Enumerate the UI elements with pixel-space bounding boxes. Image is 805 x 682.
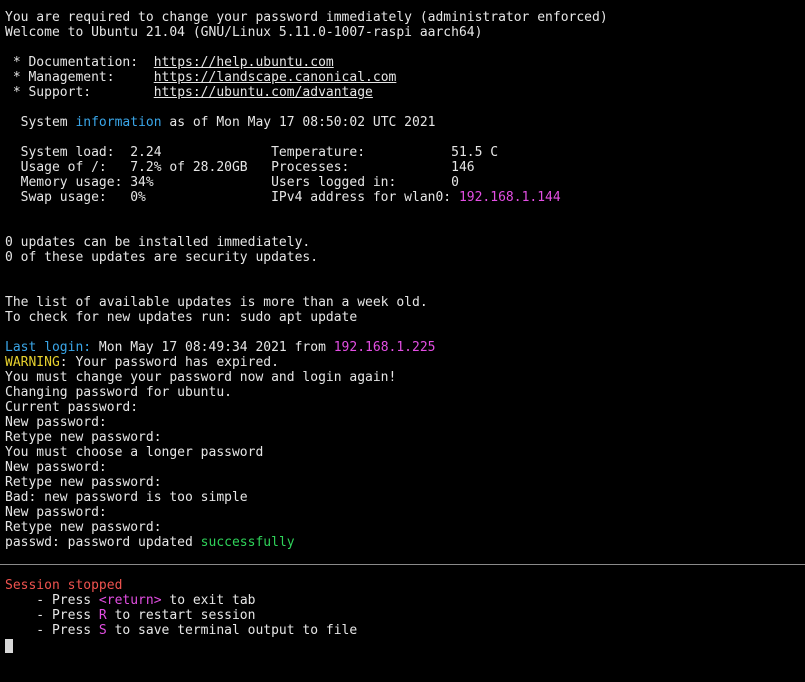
- force-change-notice: You are required to change your password…: [5, 10, 608, 25]
- management-label: * Management:: [5, 70, 154, 85]
- exit-tab-text: to exit tab: [161, 593, 256, 608]
- too-simple-error: Bad: new password is too simple: [5, 490, 248, 505]
- restart-session-hint: - Press R to restart session: [5, 608, 805, 623]
- last-login-line: Last login: Mon May 17 08:49:34 2021 fro…: [5, 340, 805, 355]
- security-updates-line: 0 of these updates are security updates.: [5, 250, 319, 265]
- hint-prefix: - Press: [5, 623, 99, 638]
- last-login-text: Mon May 17 08:49:34 2021 from: [91, 340, 334, 355]
- retype-password-prompt: Retype new password:: [5, 475, 162, 490]
- terminal-window[interactable]: You are required to change your password…: [0, 0, 805, 682]
- longer-password-error: You must choose a longer password: [5, 445, 264, 460]
- password-expired-warning: WARNING: Your password has expired.: [5, 355, 805, 370]
- welcome-banner: Welcome to Ubuntu 21.04 (GNU/Linux 5.11.…: [5, 25, 483, 40]
- password-updated-line: passwd: password updated successfully: [5, 535, 805, 550]
- save-key: S: [98, 623, 107, 638]
- ipv4-address: 192.168.1.144: [458, 190, 561, 205]
- cursor-line: [5, 638, 805, 653]
- warning-label: WARNING: [5, 355, 60, 370]
- system-info-word: information: [75, 115, 162, 130]
- must-change-line: You must change your password now and lo…: [5, 370, 397, 385]
- session-stopped-status: Session stopped: [5, 578, 123, 593]
- stats-row-memory-users: Memory usage: 34% Users logged in: 0: [5, 175, 459, 190]
- hint-prefix: - Press: [5, 593, 99, 608]
- changing-password-line: Changing password for ubuntu.: [5, 385, 232, 400]
- stats-row-swap-ipv4: Swap usage: 0% IPv4 address for wlan0: 1…: [5, 190, 805, 205]
- last-login-label: Last login:: [5, 340, 92, 355]
- new-password-prompt: New password:: [5, 415, 107, 430]
- warning-text: : Your password has expired.: [59, 355, 279, 370]
- new-password-prompt: New password:: [5, 460, 107, 475]
- retype-password-prompt: Retype new password:: [5, 430, 162, 445]
- documentation-label: * Documentation:: [5, 55, 154, 70]
- current-password-prompt: Current password:: [5, 400, 139, 415]
- documentation-line: * Documentation: https://help.ubuntu.com: [5, 55, 805, 70]
- system-info-header: System information as of Mon May 17 08:5…: [5, 115, 805, 130]
- stats-row-usage-processes: Usage of /: 7.2% of 28.20GB Processes: 1…: [5, 160, 475, 175]
- session-divider: [0, 564, 805, 565]
- restart-key: R: [98, 608, 107, 623]
- retype-password-prompt: Retype new password:: [5, 520, 162, 535]
- restart-session-text: to restart session: [106, 608, 256, 623]
- new-password-prompt: New password:: [5, 505, 107, 520]
- terminal-cursor: [5, 639, 13, 653]
- success-word: successfully: [200, 535, 295, 550]
- exit-tab-hint: - Press <return> to exit tab: [5, 593, 805, 608]
- management-line: * Management: https://landscape.canonica…: [5, 70, 805, 85]
- return-key: <return>: [98, 593, 162, 608]
- save-output-text: to save terminal output to file: [106, 623, 358, 638]
- stats-row-swap-label: Swap usage: 0% IPv4 address for wlan0:: [5, 190, 459, 205]
- management-link[interactable]: https://landscape.canonical.com: [154, 70, 397, 85]
- last-login-ip: 192.168.1.225: [333, 340, 436, 355]
- system-info-timestamp: as of Mon May 17 08:50:02 UTC 2021: [161, 115, 436, 130]
- stats-row-load-temperature: System load: 2.24 Temperature: 51.5 C: [5, 145, 499, 160]
- system-info-prefix: System: [5, 115, 76, 130]
- documentation-link[interactable]: https://help.ubuntu.com: [154, 55, 334, 70]
- updates-available-line: 0 updates can be installed immediately.: [5, 235, 311, 250]
- stale-updates-line: The list of available updates is more th…: [5, 295, 428, 310]
- support-line: * Support: https://ubuntu.com/advantage: [5, 85, 805, 100]
- save-output-hint: - Press S to save terminal output to fil…: [5, 623, 805, 638]
- hint-prefix: - Press: [5, 608, 99, 623]
- support-label: * Support:: [5, 85, 154, 100]
- password-updated-text: passwd: password updated: [5, 535, 201, 550]
- apt-update-hint-line: To check for new updates run: sudo apt u…: [5, 310, 358, 325]
- support-link[interactable]: https://ubuntu.com/advantage: [154, 85, 373, 100]
